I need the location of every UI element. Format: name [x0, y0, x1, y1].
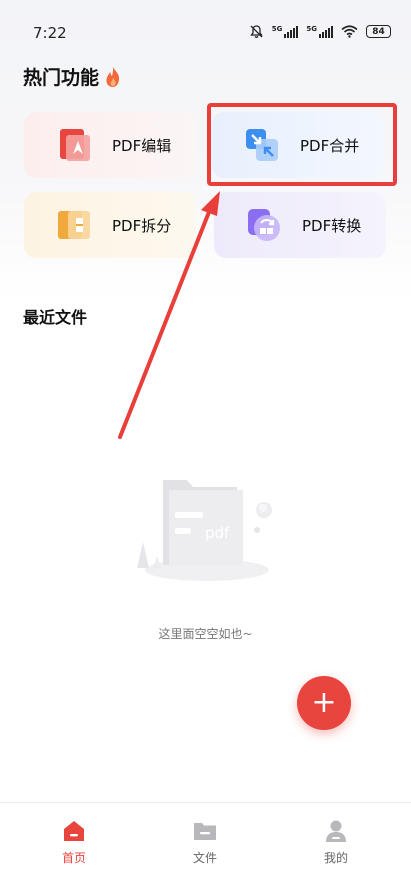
home-icon	[64, 821, 84, 841]
illustration-pdf-text: pdf	[205, 524, 230, 542]
empty-folder-illustration: pdf	[137, 480, 272, 581]
plus-icon: +	[311, 685, 337, 720]
tab-profile[interactable]: 我的	[296, 819, 376, 866]
tab-files-label: 文件	[192, 851, 217, 865]
tab-home-label: 首页	[61, 851, 86, 865]
tab-profile-label: 我的	[323, 851, 348, 865]
add-button[interactable]: +	[297, 676, 351, 730]
tab-home[interactable]: 首页	[34, 819, 114, 866]
folder-icon	[194, 823, 216, 840]
empty-state-text: 这里面空空如也~	[158, 627, 253, 641]
tab-files[interactable]: 文件	[165, 819, 245, 866]
profile-icon	[326, 820, 346, 842]
bottom-tab-bar: 首页 文件 我的	[0, 802, 411, 883]
annotation-arrow	[118, 191, 220, 439]
recent-title-text: 最近文件	[23, 308, 88, 327]
recent-title: 最近文件	[23, 304, 87, 328]
